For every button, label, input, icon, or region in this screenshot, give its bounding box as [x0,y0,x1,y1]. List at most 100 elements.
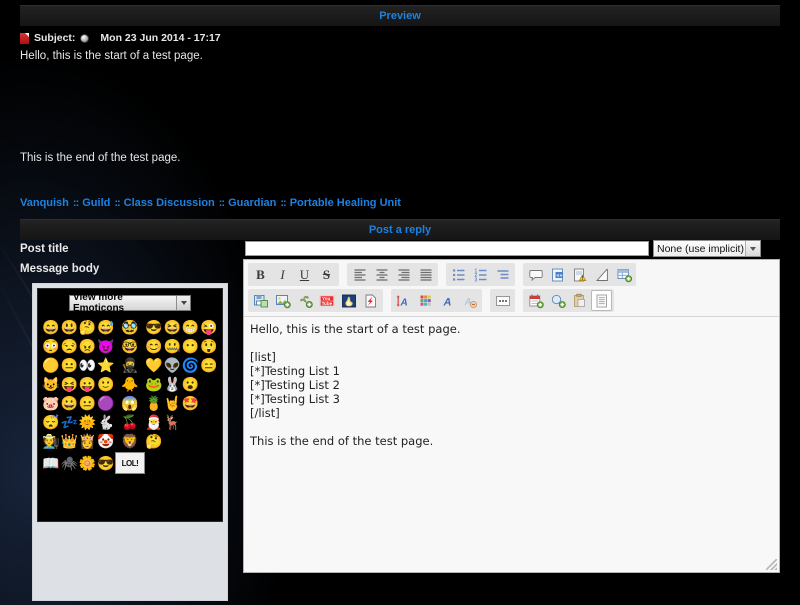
align-center-button[interactable] [371,264,392,285]
insert-image-button[interactable] [272,290,293,311]
emoticon-2-1[interactable]: 😐 [61,357,78,374]
emoticon-3-4[interactable]: 🐥 [121,376,138,393]
emoticon-4-4[interactable]: 😱 [121,395,138,412]
emoticon-7-0[interactable]: 📖 [42,455,59,472]
breadcrumb-link-1[interactable]: Guild [82,197,110,209]
emoticon-5-1[interactable]: 💤 [61,414,78,431]
font-color-button[interactable] [415,290,436,311]
font-family-button[interactable]: A [437,290,458,311]
save-button[interactable] [250,290,271,311]
emoticon-2-4[interactable]: 🥷 [121,357,138,374]
emoticon-6-4[interactable]: 🦁 [121,433,138,450]
code-button[interactable]: «» [547,264,568,285]
underline-button[interactable]: U [294,264,315,285]
post-title-input[interactable] [245,241,649,256]
emoticon-1-4[interactable]: 🤓 [121,338,138,355]
emoticon-1-5[interactable]: 😊 [145,338,162,355]
emoticon-3-7[interactable]: 😮 [182,376,199,393]
emoticon-3-5[interactable]: 🐸 [145,376,162,393]
emoticon-4-5[interactable]: 🍍 [145,395,162,412]
view-more-emoticons-select[interactable]: View more Emoticons [69,292,191,314]
emoticon-3-6[interactable]: 🐰 [164,376,181,393]
preview-button[interactable] [547,290,568,311]
emoticon-0-3[interactable]: 😅 [97,319,114,336]
emoticon-2-8[interactable]: 😑 [200,357,217,374]
emoticon-1-8[interactable]: 😲 [200,338,217,355]
emoticon-1-0[interactable]: 😳 [42,338,59,355]
youtube-button[interactable]: You Tube [316,290,337,311]
emoticon-0-5[interactable]: 😎 [145,319,162,336]
emoticon-6-1[interactable]: 👑 [61,433,78,450]
emoticon-3-3[interactable]: 🙂 [97,376,114,393]
emoticon-5-0[interactable]: 😴 [42,414,59,431]
indent-button[interactable] [492,264,513,285]
emoticon-0-4[interactable]: 🥸 [121,319,138,336]
emoticon-1-3[interactable]: 😈 [97,338,114,355]
emoticon-1-7[interactable]: 😶 [182,338,199,355]
emoticon-6-0[interactable]: 🧑‍🌾 [42,433,59,450]
emoticon-7-2[interactable]: 🌼 [79,455,96,472]
emoticon-2-5[interactable]: 💛 [145,357,162,374]
strikethrough-button[interactable]: S [316,264,337,285]
emoticon-2-7[interactable]: 🌀 [182,357,199,374]
spoiler-button[interactable]: ! [569,264,590,285]
emoticon-0-2[interactable]: 🤔 [79,319,96,336]
emoticon-5-4[interactable]: 🍒 [121,414,138,431]
emoticon-5-3[interactable]: 🐇 [97,414,114,431]
emoticon-3-2[interactable]: 😛 [79,376,96,393]
emoticon-4-3[interactable]: 🟣 [97,395,114,412]
quote-button[interactable] [525,264,546,285]
emoticon-0-1[interactable]: 😃 [61,319,78,336]
post-icon-select[interactable]: None (use implicit) [653,240,761,257]
numbered-list-button[interactable]: 123 [470,264,491,285]
emoticon-6-2[interactable]: 👸 [79,433,96,450]
paste-button[interactable] [569,290,590,311]
emoticon-7-3[interactable]: 😎 [97,455,114,472]
remove-format-button[interactable]: A [459,290,480,311]
calendar-button[interactable] [525,290,546,311]
emoticon-4-7[interactable]: 🤩 [182,395,199,412]
emoticon-6-3[interactable]: 🤡 [97,433,114,450]
breadcrumb-link-4[interactable]: Portable Healing Unit [290,197,401,209]
emoticon-0-7[interactable]: 😁 [182,319,199,336]
page-button[interactable] [591,290,612,311]
emoticon-0-6[interactable]: 😆 [164,319,181,336]
emoticon-lol[interactable]: LOL! [115,452,145,474]
align-right-button[interactable] [393,264,414,285]
hidden-button[interactable] [591,264,612,285]
emoticon-7-1[interactable]: 🕷️ [61,455,78,472]
message-body-textarea[interactable] [244,316,779,572]
emoticon-5-5[interactable]: 🎅 [145,414,162,431]
align-justify-button[interactable] [415,264,436,285]
emoticon-3-1[interactable]: 😝 [61,376,78,393]
emoticon-2-3[interactable]: ⭐ [97,357,114,374]
breadcrumb-link-3[interactable]: Guardian [228,197,276,209]
emoticon-2-6[interactable]: 👽 [164,357,181,374]
table-button[interactable] [613,264,634,285]
breadcrumb-link-2[interactable]: Class Discussion [124,197,215,209]
bullet-list-button[interactable] [448,264,469,285]
emoticon-2-0[interactable]: 🟡 [42,357,59,374]
align-left-button[interactable] [349,264,370,285]
emoticon-2-2[interactable]: 👀 [79,357,96,374]
emoticon-1-2[interactable]: 😠 [79,338,96,355]
insert-link-button[interactable] [294,290,315,311]
breadcrumb-link-0[interactable]: Vanquish [20,197,69,209]
emoticon-4-1[interactable]: 😀 [61,395,78,412]
emoticon-6-5[interactable]: 🤔 [145,433,162,450]
emoticon-4-2[interactable]: 😐 [79,395,96,412]
emoticon-4-6[interactable]: 🤘 [164,395,181,412]
italic-button[interactable]: I [272,264,293,285]
emoticon-1-6[interactable]: 🤐 [164,338,181,355]
emoticon-4-0[interactable]: 🐷 [42,395,59,412]
emoticon-5-6[interactable]: 🦌 [164,414,181,431]
bold-button[interactable]: B [250,264,271,285]
emoticon-0-8[interactable]: 😜 [200,319,217,336]
flash-button[interactable] [360,290,381,311]
emoticon-3-0[interactable]: 😺 [42,376,59,393]
emoticon-0-0[interactable]: 😄 [42,319,59,336]
emoticon-1-1[interactable]: 😒 [61,338,78,355]
flame-button[interactable] [338,290,359,311]
more-options-button[interactable] [492,290,513,311]
emoticon-5-2[interactable]: 🌞 [79,414,96,431]
